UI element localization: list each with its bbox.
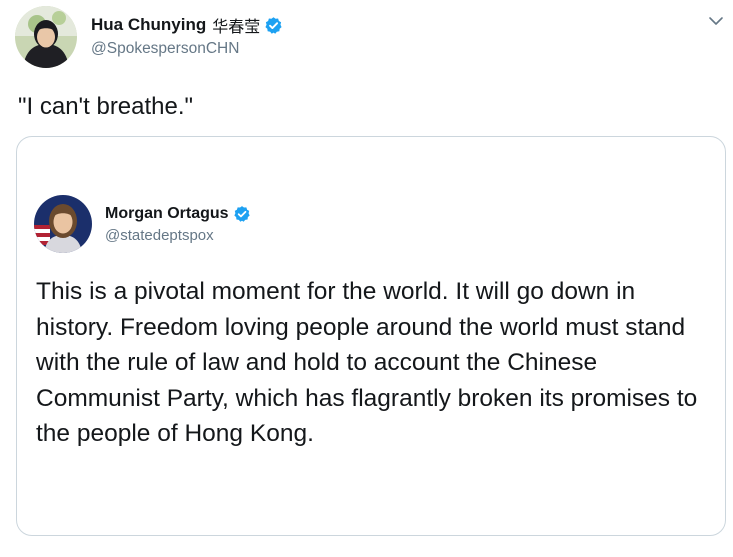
quoted-author-avatar[interactable]	[34, 195, 92, 253]
author-display-name[interactable]: Hua Chunying	[91, 15, 206, 35]
author-display-name-cn[interactable]: 华春莹	[212, 13, 260, 37]
verified-badge-icon	[264, 16, 283, 35]
quoted-tweet-text: This is a pivotal moment for the world. …	[36, 278, 698, 447]
quoted-author-display-name[interactable]: Morgan Ortagus	[105, 205, 229, 223]
tweet-text: "I can't breathe."	[18, 93, 194, 120]
author-name-row[interactable]: Hua Chunying 华春莹	[91, 13, 283, 37]
chevron-down-icon[interactable]	[707, 12, 725, 30]
author-handle[interactable]: @SpokespersonCHN	[91, 40, 239, 58]
quoted-author-handle[interactable]: @statedeptspox	[105, 227, 214, 244]
verified-badge-icon	[233, 205, 251, 223]
quoted-author-name-row[interactable]: Morgan Ortagus	[105, 203, 251, 225]
author-avatar[interactable]	[15, 6, 77, 68]
